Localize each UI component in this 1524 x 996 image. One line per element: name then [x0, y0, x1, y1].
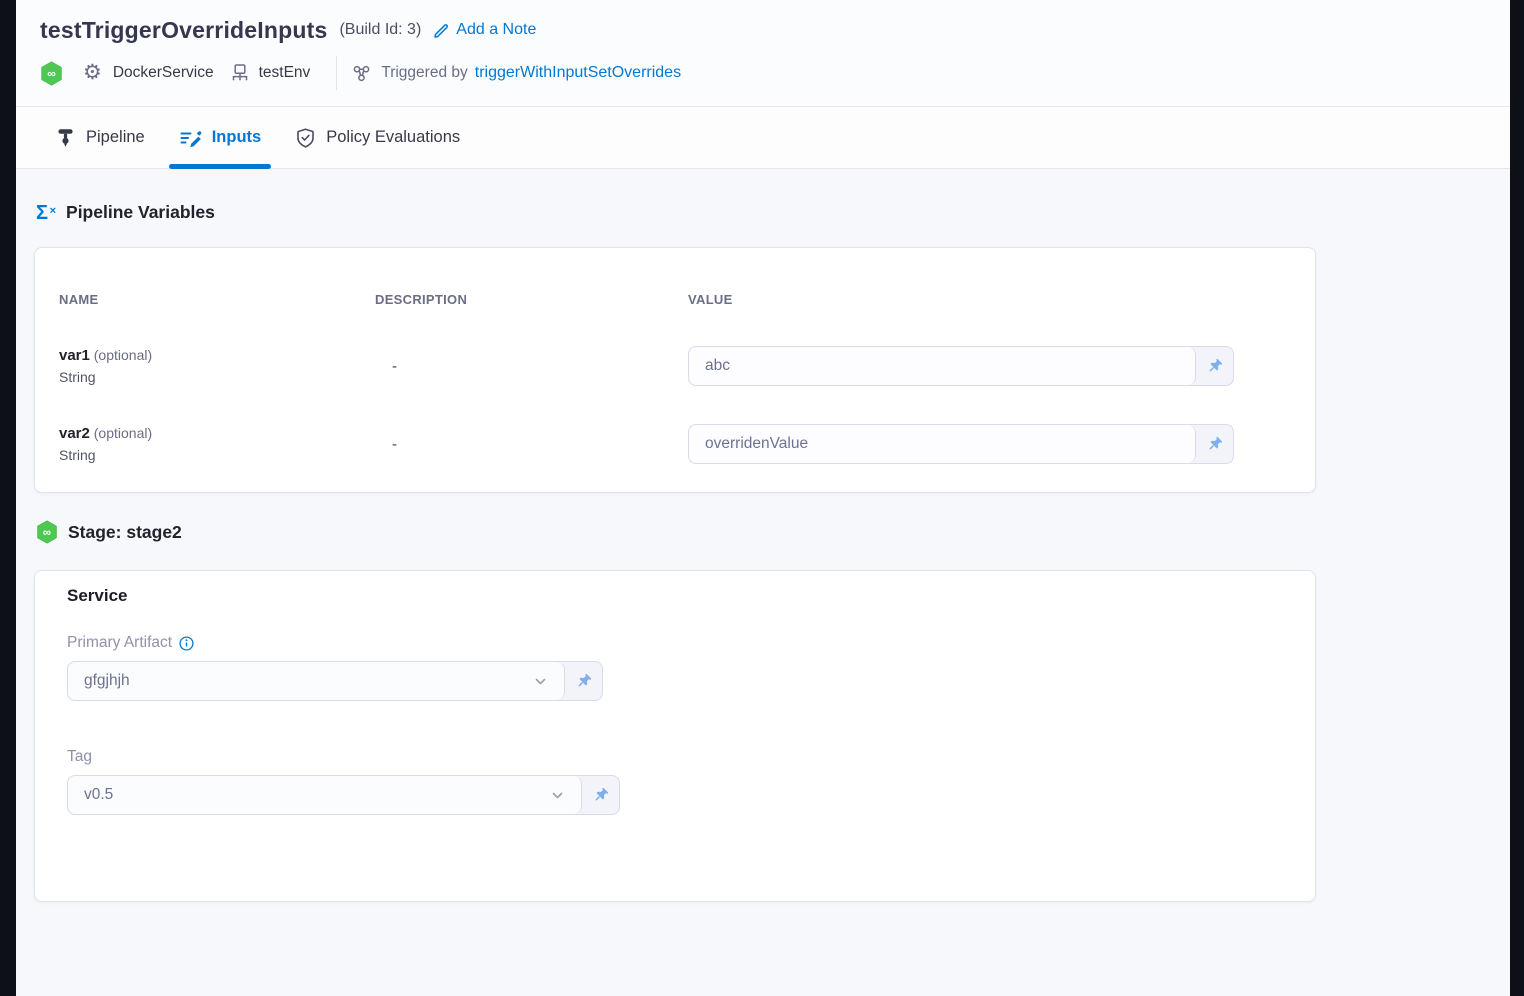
stage-service-card: Service Primary Artifact gfgjhjh: [34, 570, 1316, 902]
pushpin-icon: [592, 787, 609, 804]
variable-optional-label: (optional): [94, 425, 152, 441]
screen: testTriggerOverrideInputs (Build Id: 3) …: [0, 0, 1524, 996]
variable-value-input-group: overridenValue: [688, 424, 1234, 464]
page-header: testTriggerOverrideInputs (Build Id: 3) …: [16, 0, 1510, 107]
variable-optional-label: (optional): [94, 347, 152, 363]
inputs-icon: [179, 127, 202, 149]
variable-name-cell: var1 (optional) String: [59, 347, 375, 385]
pushpin-icon: [1206, 358, 1223, 375]
meta-row: ∞ ⚙ DockerService testEnv Triggered by t…: [40, 58, 1510, 88]
tag-label-row: Tag: [67, 748, 1315, 766]
column-header-value: VALUE: [688, 292, 1232, 307]
service-section-title: Service: [67, 586, 1315, 606]
variable-description: -: [375, 436, 688, 453]
stage-heading: ∞ Stage: stage2: [36, 520, 1510, 544]
variable-type: String: [59, 447, 375, 463]
input-value-text: overridenValue: [705, 435, 1179, 453]
primary-artifact-label: Primary Artifact: [67, 634, 172, 652]
variable-name: var1: [59, 347, 90, 364]
table-row: var2 (optional) String - overridenValue: [59, 424, 1232, 464]
cd-module-icon: ∞: [40, 61, 63, 86]
pushpin-icon: [1206, 436, 1223, 453]
variables-table-header: NAME DESCRIPTION VALUE: [59, 292, 1232, 307]
column-header-description: DESCRIPTION: [375, 292, 688, 307]
trigger-icon: [351, 63, 372, 84]
pin-button[interactable]: [565, 662, 602, 700]
environment-icon: [230, 63, 250, 84]
tag-select[interactable]: v0.5: [68, 776, 582, 814]
chevron-down-icon: [550, 788, 565, 803]
select-value-text: v0.5: [84, 786, 542, 804]
input-value-text: abc: [705, 357, 1179, 375]
trigger-link[interactable]: triggerWithInputSetOverrides: [475, 64, 681, 82]
inputs-tab-content: Σ× Pipeline Variables NAME DESCRIPTION V…: [16, 169, 1510, 902]
select-value-text: gfgjhjh: [84, 672, 525, 690]
variable-value-input-group: abc: [688, 346, 1234, 386]
tag-select-group: v0.5: [67, 775, 620, 815]
pipeline-icon: [55, 127, 76, 149]
variable-name-cell: var2 (optional) String: [59, 425, 375, 463]
title-row: testTriggerOverrideInputs (Build Id: 3) …: [40, 13, 1510, 47]
primary-artifact-label-row: Primary Artifact: [67, 634, 1315, 652]
svg-text:∞: ∞: [47, 66, 56, 80]
pipeline-variables-icon: Σ×: [36, 203, 56, 223]
variable-description: -: [375, 358, 688, 375]
variable-value-input[interactable]: abc: [689, 347, 1196, 385]
info-icon[interactable]: [179, 636, 194, 651]
tab-bar: Pipeline Inputs Policy Evaluations: [16, 107, 1510, 169]
service-name: DockerService: [113, 64, 214, 82]
primary-artifact-select-group: gfgjhjh: [67, 661, 603, 701]
table-row: var1 (optional) String - abc: [59, 346, 1232, 386]
triggered-by-label: Triggered by: [381, 64, 467, 82]
variable-name: var2: [59, 425, 90, 442]
pencil-icon: [433, 22, 450, 39]
pipeline-variables-heading: Σ× Pipeline Variables: [36, 202, 1510, 223]
meta-divider: [336, 56, 337, 90]
column-header-name: NAME: [59, 292, 375, 307]
section-title: Stage: stage2: [68, 522, 182, 543]
tab-inputs[interactable]: Inputs: [179, 107, 262, 168]
svg-text:∞: ∞: [43, 527, 51, 539]
add-note-button[interactable]: Add a Note: [433, 21, 536, 39]
pipeline-variables-card: NAME DESCRIPTION VALUE var1 (optional) S…: [34, 247, 1316, 493]
pin-button[interactable]: [1196, 425, 1233, 463]
active-tab-indicator: [169, 164, 272, 169]
tag-label: Tag: [67, 748, 92, 766]
stage-hexagon-icon: ∞: [36, 520, 58, 544]
tab-label: Inputs: [212, 128, 262, 147]
variable-type: String: [59, 369, 375, 385]
execution-page: testTriggerOverrideInputs (Build Id: 3) …: [16, 0, 1510, 996]
environment-name: testEnv: [259, 64, 311, 82]
tab-label: Policy Evaluations: [326, 128, 460, 147]
tab-label: Pipeline: [86, 128, 145, 147]
tab-pipeline[interactable]: Pipeline: [55, 107, 145, 168]
add-note-label: Add a Note: [456, 21, 536, 39]
primary-artifact-select[interactable]: gfgjhjh: [68, 662, 565, 700]
page-title: testTriggerOverrideInputs: [40, 17, 327, 44]
tab-policy-evaluations[interactable]: Policy Evaluations: [295, 107, 460, 168]
pin-button[interactable]: [1196, 347, 1233, 385]
right-dark-edge: [1510, 0, 1524, 996]
pushpin-icon: [575, 673, 592, 690]
left-dark-edge: [0, 0, 16, 996]
section-title: Pipeline Variables: [66, 202, 215, 223]
build-id-label: (Build Id: 3): [339, 21, 421, 39]
shield-check-icon: [295, 127, 316, 149]
variable-value-input[interactable]: overridenValue: [689, 425, 1196, 463]
pin-button[interactable]: [582, 776, 619, 814]
chevron-down-icon: [533, 674, 548, 689]
gear-icon: ⚙: [83, 63, 102, 83]
